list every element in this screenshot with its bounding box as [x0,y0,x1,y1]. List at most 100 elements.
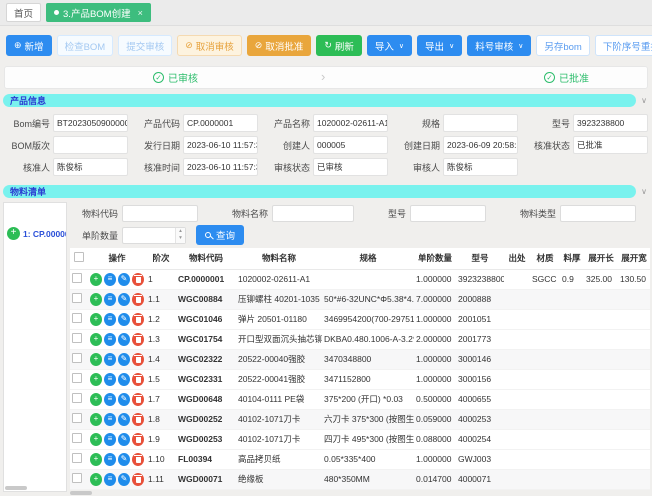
edit-button[interactable]: ✎ [118,393,130,406]
detail-button[interactable]: ≡ [104,453,116,466]
material-code-link[interactable]: WGC01046 [176,309,236,329]
material-name-input[interactable] [272,205,354,222]
row-checkbox[interactable] [72,413,82,423]
delete-button[interactable] [132,453,144,466]
row-checkbox[interactable] [72,473,82,483]
row-checkbox[interactable] [72,313,82,323]
tree-node-root[interactable]: + 1: CP.00000 [7,227,66,240]
delete-button[interactable] [132,393,144,406]
edit-button[interactable]: ✎ [118,473,130,486]
item-review-button[interactable]: 料号审核∨ [467,35,531,56]
add-row-button[interactable]: + [90,273,102,286]
add-row-button[interactable]: + [90,393,102,406]
delete-button[interactable] [132,313,144,326]
add-row-button[interactable]: + [90,473,102,486]
stepper-down-icon[interactable]: ▾ [176,235,185,243]
select-all-checkbox[interactable] [74,252,84,262]
scrollbar-thumb[interactable] [70,491,92,495]
column-header: 出处 [504,248,530,269]
add-row-button[interactable]: + [90,333,102,346]
detail-button[interactable]: ≡ [104,273,116,286]
row-checkbox[interactable] [72,273,82,283]
tab-product-bom-create[interactable]: 3.产品BOM创建 × [46,3,151,22]
row-checkbox[interactable] [72,453,82,463]
add-row-button[interactable]: + [90,353,102,366]
add-row-button[interactable]: + [90,413,102,426]
row-checkbox[interactable] [72,333,82,343]
edit-button[interactable]: ✎ [118,293,130,306]
detail-button[interactable]: ≡ [104,293,116,306]
edit-button[interactable]: ✎ [118,353,130,366]
check-bom-button[interactable]: 检查BOM [57,35,114,56]
delete-button[interactable] [132,333,144,346]
delete-button[interactable] [132,473,144,486]
edit-button[interactable]: ✎ [118,433,130,446]
save-as-bom-button[interactable]: 另存bom [536,35,589,56]
model-input[interactable] [410,205,486,222]
stepper-up-icon[interactable]: ▴ [176,228,185,236]
qty-stepper[interactable]: ▴▾ [175,228,185,243]
add-row-button[interactable]: + [90,313,102,326]
query-button[interactable]: 查询 [196,225,244,245]
add-row-button[interactable]: + [90,293,102,306]
material-code-link[interactable]: CP.0000001 [176,269,236,289]
row-checkbox[interactable] [72,293,82,303]
delete-button[interactable] [132,353,144,366]
detail-button[interactable]: ≡ [104,353,116,366]
edit-button[interactable]: ✎ [118,453,130,466]
edit-button[interactable]: ✎ [118,313,130,326]
material-code-link[interactable]: WGD00252 [176,409,236,429]
unfold-width-cell [618,469,650,489]
materials-section-bar: 物料清单 ∨ [3,185,649,198]
table-row: +≡✎1.11WGD00071绝缘板480*350MM0.01470040000… [70,469,650,489]
detail-button[interactable]: ≡ [104,373,116,386]
tree-horizontal-scrollbar[interactable] [5,486,27,490]
refresh-button[interactable]: ↻刷新 [316,35,362,56]
edit-button[interactable]: ✎ [118,373,130,386]
submit-review-button[interactable]: 提交审核 [118,35,172,56]
resort-button[interactable]: 下阶序号重排 [595,35,652,56]
material-code-link[interactable]: WGD00648 [176,389,236,409]
add-row-button[interactable]: + [90,373,102,386]
row-checkbox[interactable] [72,393,82,403]
material-code-link[interactable]: WGC02322 [176,349,236,369]
edit-button[interactable]: ✎ [118,333,130,346]
delete-button[interactable] [132,273,144,286]
detail-button[interactable]: ≡ [104,413,116,426]
row-checkbox[interactable] [72,373,82,383]
material-code-link[interactable]: WGC02331 [176,369,236,389]
material-code-input[interactable] [122,205,198,222]
cancel-review-button[interactable]: ⊘取消审核 [177,35,242,56]
export-button[interactable]: 导出∨ [417,35,462,56]
collapse-icon[interactable]: ∨ [641,187,647,196]
unfold-width-cell [618,309,650,329]
import-button[interactable]: 导入∨ [367,35,412,56]
add-row-button[interactable]: + [90,433,102,446]
tab-home[interactable]: 首页 [6,3,41,22]
material-type-input[interactable] [560,205,636,222]
detail-button[interactable]: ≡ [104,473,116,486]
row-checkbox[interactable] [72,433,82,443]
edit-button[interactable]: ✎ [118,273,130,286]
detail-button[interactable]: ≡ [104,313,116,326]
material-code-link[interactable]: WGD00253 [176,429,236,449]
detail-button[interactable]: ≡ [104,433,116,446]
delete-button[interactable] [132,413,144,426]
detail-button[interactable]: ≡ [104,333,116,346]
cancel-approve-button[interactable]: ⊘取消批准 [247,35,312,56]
material-code-link[interactable]: WGC01754 [176,329,236,349]
close-icon[interactable]: × [138,8,143,18]
material-code-link[interactable]: WGD00071 [176,469,236,489]
row-checkbox[interactable] [72,353,82,363]
delete-button[interactable] [132,293,144,306]
expand-plus-icon[interactable]: + [7,227,20,240]
detail-button[interactable]: ≡ [104,393,116,406]
add-button[interactable]: ⊕新增 [6,35,52,56]
material-code-link[interactable]: WGC00884 [176,289,236,309]
delete-button[interactable] [132,433,144,446]
add-row-button[interactable]: + [90,453,102,466]
edit-button[interactable]: ✎ [118,413,130,426]
delete-button[interactable] [132,373,144,386]
collapse-icon[interactable]: ∨ [641,96,647,105]
material-code-link[interactable]: FL00394 [176,449,236,469]
